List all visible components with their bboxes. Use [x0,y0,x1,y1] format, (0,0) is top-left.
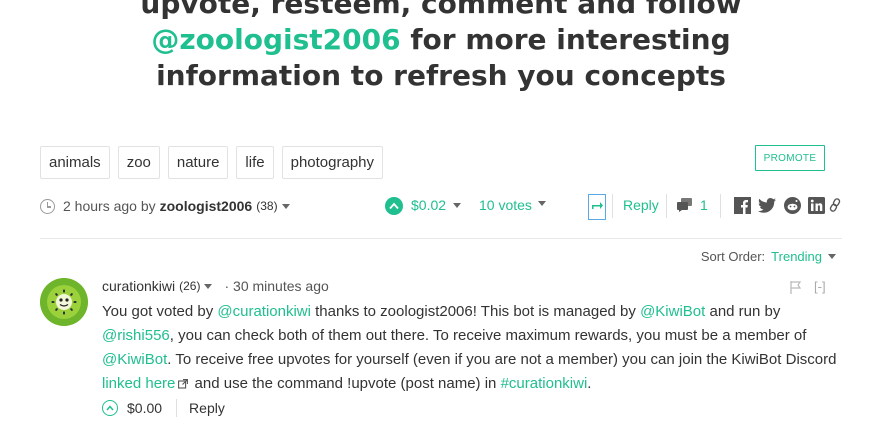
sort-order-label: Sort Order: [700,249,766,264]
post-time: 2 hours ago by [63,198,156,214]
post-payout[interactable]: $0.02 [411,197,446,213]
chevron-up-icon [106,405,114,411]
comments-icon[interactable] [677,198,693,215]
hashtag-link[interactable]: #curationkiwi [501,375,588,392]
votes-count[interactable]: 10 votes [479,197,532,213]
comment-text: . To receive free upvotes for yourself (… [167,351,837,368]
headline-line-2-text: for more interesting [400,23,731,56]
sort-order: Sort Order: Trending [701,249,836,264]
comment-line: linked here and use the command !upvote … [102,372,842,396]
comment-payout[interactable]: $0.00 [127,400,162,416]
author-mention-link[interactable]: @zoologist2006 [151,23,400,56]
post-body-closing-text: upvote, resteem, comment and follow @zoo… [0,0,882,94]
sort-dropdown-caret-icon[interactable] [828,254,836,259]
tag-nature[interactable]: nature [167,146,229,179]
external-link-icon [178,379,189,389]
twitter-icon[interactable] [758,198,776,216]
comment-footer: $0.00 Reply [102,399,225,417]
tag-animals[interactable]: animals [40,146,110,179]
flag-icon[interactable] [790,281,802,299]
facebook-icon[interactable] [734,197,751,217]
mention-link[interactable]: @KiwiBot [640,303,705,320]
reddit-icon[interactable] [784,197,801,217]
divider [612,194,613,218]
mention-link[interactable]: @curationkiwi [217,303,311,320]
clock-icon [40,198,55,214]
comment-time[interactable]: · 30 minutes ago [224,278,328,294]
author-reputation: (38) [256,199,278,213]
mention-link[interactable]: @rishi556 [102,327,170,344]
comment-author-reputation: (26) [179,279,201,293]
comments-count[interactable]: 1 [700,197,708,213]
divider [176,399,178,417]
comment-reply-link[interactable]: Reply [189,400,225,416]
comment-text: and use the command !upvote (post name) … [190,375,501,392]
comment-text: . [587,375,592,392]
promote-button[interactable]: PROMOTE [755,145,825,171]
section-divider [40,238,842,239]
copy-link-icon[interactable] [829,198,841,215]
comment-text: You got voted by [102,303,218,320]
linkedin-icon[interactable] [808,197,825,217]
sort-order-dropdown[interactable]: Trending [771,249,822,264]
comment-line: @KiwiBot. To receive free upvotes for yo… [102,348,842,372]
author-dropdown-caret-icon[interactable] [281,203,290,209]
post-author-link[interactable]: zoologist2006 [160,198,253,214]
kiwi-avatar-icon [40,278,88,326]
comment-text: thanks to zoologist2006! This bot is man… [310,303,641,320]
comment-text: and run by [705,303,781,320]
headline-line-2: @zoologist2006 for more interesting [0,22,882,58]
headline-line-3: information to refresh you concepts [156,59,726,92]
tag-list: animals zoo nature life photography [40,146,384,179]
mention-link[interactable]: @KiwiBot [102,351,167,368]
post-footer: 2 hours ago by zoologist2006 (38) $0.02 … [40,193,842,220]
comment-text: , you can check both of them out there. … [169,327,807,344]
collapse-button[interactable]: [-] [814,279,826,294]
divider [666,194,667,218]
discord-external-link[interactable]: linked here [102,375,175,392]
tag-photography[interactable]: photography [281,146,384,179]
headline-line-1: upvote, resteem, comment and follow [140,0,742,20]
comment-line: You got voted by @curationkiwi thanks to… [102,300,842,324]
comment-body: You got voted by @curationkiwi thanks to… [102,300,842,396]
resteem-icon [592,202,603,209]
tag-zoo[interactable]: zoo [117,146,160,179]
votes-dropdown-caret-icon[interactable] [538,201,546,206]
comment-author-caret-icon[interactable] [204,283,213,289]
comment-line: @rishi556, you can check both of them ou… [102,324,842,348]
upvote-button[interactable] [385,197,403,215]
comment-header: curationkiwi (26) · 30 minutes ago [102,278,329,294]
divider [720,194,721,218]
resteem-button[interactable] [588,194,606,220]
tag-life[interactable]: life [236,146,274,179]
payout-dropdown-caret-icon[interactable] [453,203,461,208]
chevron-up-icon [389,202,399,210]
avatar[interactable] [40,278,88,326]
reply-link[interactable]: Reply [623,197,659,213]
comment-author-link[interactable]: curationkiwi [102,278,175,294]
comment-upvote-button[interactable] [102,400,118,416]
